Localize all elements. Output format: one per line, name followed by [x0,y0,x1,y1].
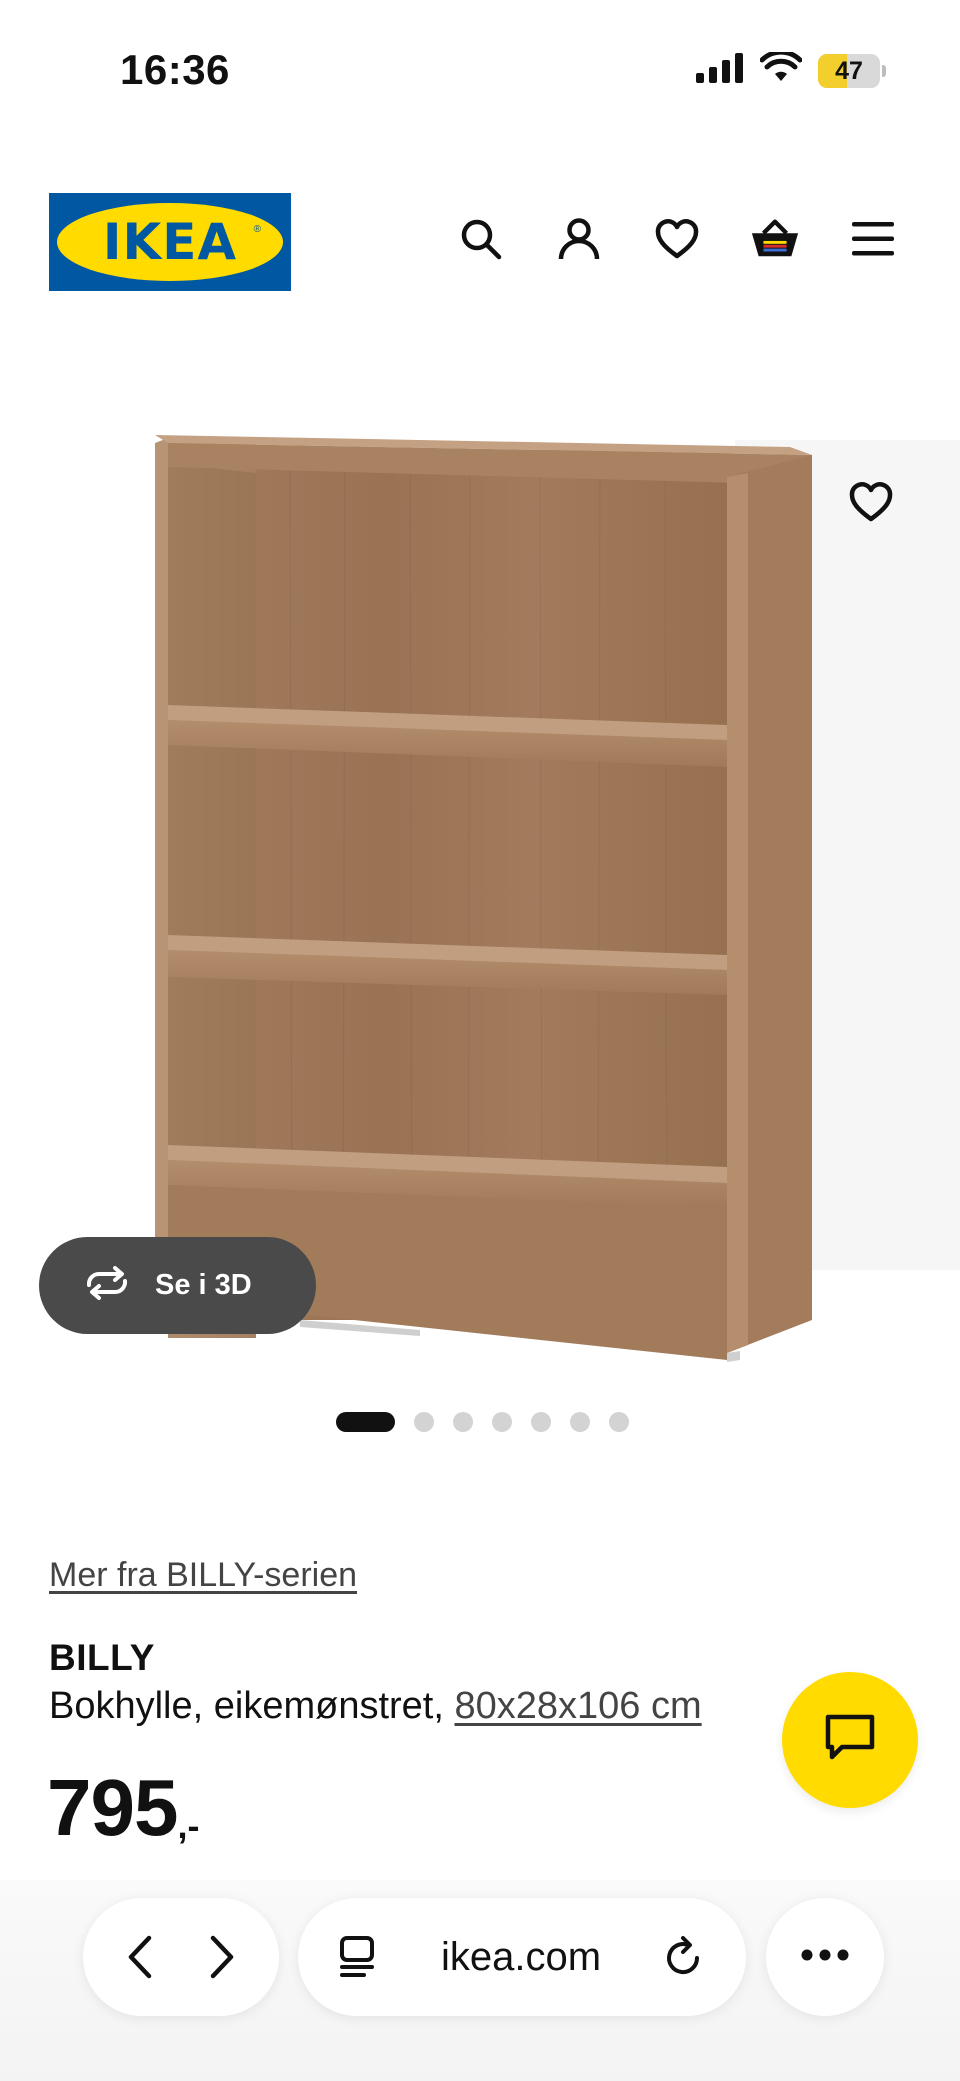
carousel-dot-1[interactable] [336,1412,395,1432]
view-3d-button[interactable]: Se i 3D [39,1237,316,1334]
chat-button[interactable] [782,1672,918,1808]
series-link[interactable]: Mer fra BILLY-serien [49,1556,357,1595]
heart-icon [849,481,893,527]
product-size-link[interactable]: 80x28x106 cm [454,1685,701,1727]
wifi-icon [759,49,803,89]
ikea-logo[interactable]: IKEA ® [49,193,291,291]
carousel-dot-4[interactable] [492,1412,512,1432]
carousel-dot-7[interactable] [609,1412,629,1432]
reload-icon[interactable] [660,1933,708,1981]
carousel-dot-3[interactable] [453,1412,473,1432]
carousel-dots [336,1411,629,1433]
view-3d-label: Se i 3D [155,1269,252,1301]
status-time: 16:36 [120,46,230,93]
product-description: Bokhylle, eikemønstret, 80x28x106 cm [49,1685,702,1728]
rotate-3d-icon [81,1266,133,1305]
price-value: 795 [47,1763,178,1852]
favorite-button[interactable] [831,464,911,544]
carousel-dot-2[interactable] [414,1412,434,1432]
cellular-signal-icon [696,53,744,88]
more-button[interactable] [766,1898,884,2016]
address-bar[interactable]: ikea.com [298,1898,746,2016]
carousel-dot-6[interactable] [570,1412,590,1432]
menu-icon[interactable] [848,214,898,264]
price-suffix: ,- [177,1805,200,1846]
url-text: ikea.com [440,1934,602,1979]
header-icons [456,214,898,264]
product-price: 795 ,- [47,1768,199,1848]
chat-icon [824,1713,876,1768]
search-icon[interactable] [456,214,506,264]
browser-nav-group [83,1898,279,2016]
battery-icon: 47 [818,53,886,88]
account-icon[interactable] [554,214,604,264]
product-type: Bokhylle, eikemønstret, [49,1685,444,1727]
carousel-dot-5[interactable] [531,1412,551,1432]
forward-icon[interactable] [198,1933,246,1981]
back-icon[interactable] [116,1933,164,1981]
more-icon [801,1948,849,1966]
product-name: BILLY [49,1637,155,1678]
tabs-icon[interactable] [334,1933,382,1981]
site-header: IKEA ® [0,190,960,294]
basket-icon[interactable] [750,214,800,264]
logo-text: IKEA [102,213,238,271]
status-icons: 47 [696,49,886,89]
battery-level: 47 [835,56,863,85]
status-bar: 16:36 47 [0,0,960,140]
browser-toolbar: ikea.com [0,1880,960,2081]
heart-icon[interactable] [652,214,702,264]
